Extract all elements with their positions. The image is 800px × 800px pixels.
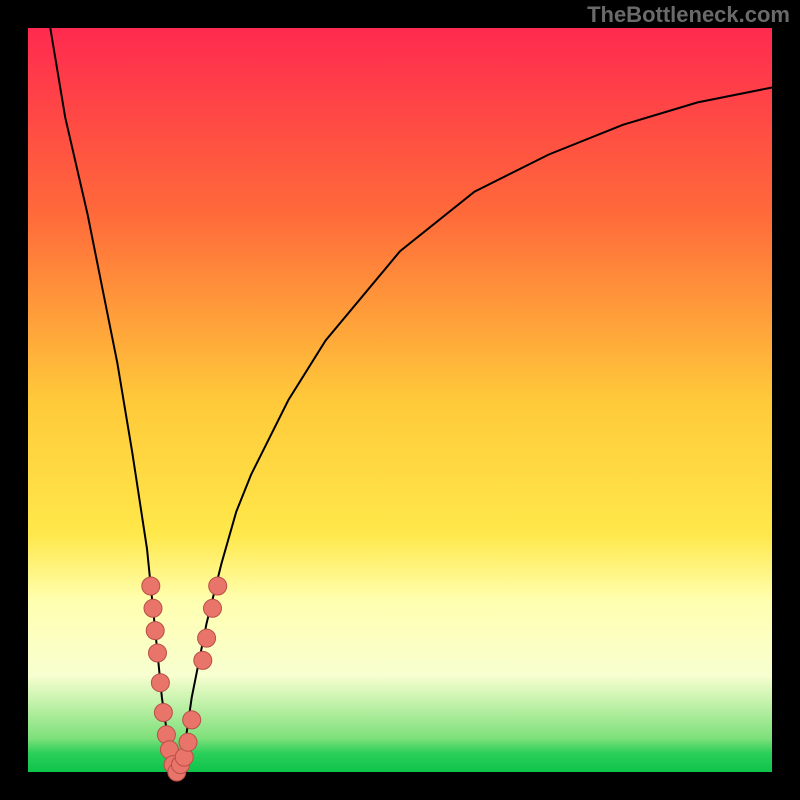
chart-container: TheBottleneck.com <box>0 0 800 800</box>
data-marker <box>179 733 197 751</box>
data-marker <box>209 577 227 595</box>
data-marker <box>154 704 172 722</box>
data-marker <box>146 622 164 640</box>
data-marker <box>151 674 169 692</box>
data-marker <box>142 577 160 595</box>
data-marker <box>149 644 167 662</box>
chart-svg: TheBottleneck.com <box>0 0 800 800</box>
data-marker <box>198 629 216 647</box>
plot-area <box>28 28 772 772</box>
data-marker <box>183 711 201 729</box>
data-marker <box>194 651 212 669</box>
data-marker <box>144 599 162 617</box>
watermark-text: TheBottleneck.com <box>587 2 790 27</box>
data-marker <box>204 599 222 617</box>
